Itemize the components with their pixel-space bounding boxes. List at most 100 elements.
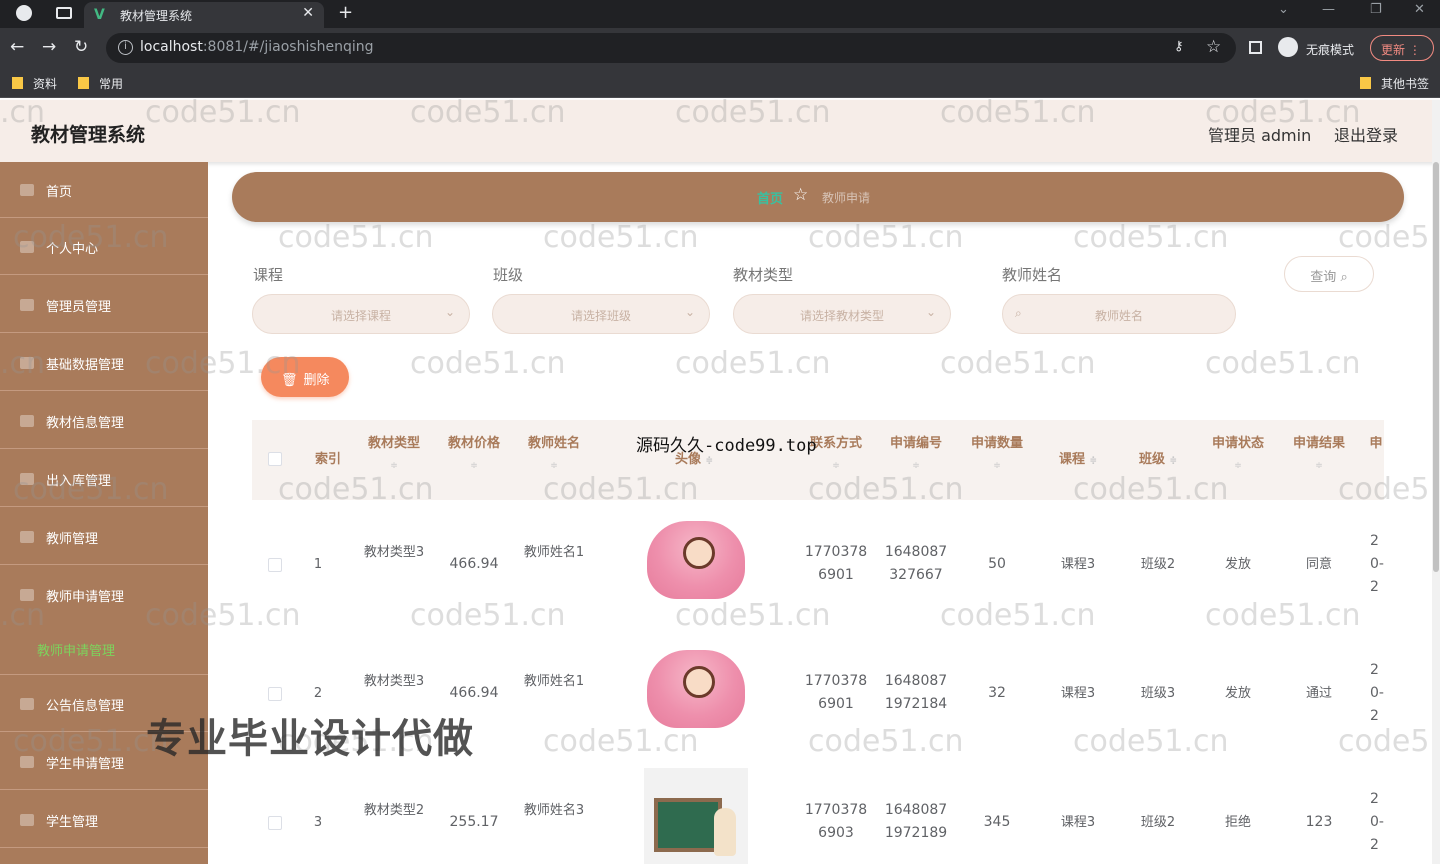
breadcrumb: 首页 ☆ 教师申请 — [232, 172, 1404, 222]
column-header-price[interactable]: 教材价格 ≑ — [442, 436, 506, 474]
sort-icon[interactable]: ≑ — [1170, 456, 1178, 466]
sidebar-item-label: 首页 — [46, 185, 73, 200]
select-all-checkbox[interactable] — [268, 452, 282, 466]
submenu-item-teacher-applications[interactable]: 教师申请管理 — [37, 640, 115, 659]
course-filter-label: 课程 — [253, 266, 284, 284]
cell-status: 拒绝 — [1224, 815, 1251, 830]
chevron-down-icon: ⌄ — [684, 305, 695, 319]
sort-icon[interactable]: ≑ — [965, 458, 1029, 474]
side-panel-icon[interactable] — [1249, 41, 1262, 54]
browser-menu-icon[interactable] — [16, 5, 32, 21]
sort-icon[interactable]: ≑ — [884, 458, 948, 474]
sidebar-item-inventory[interactable]: 出入库管理 — [0, 451, 208, 507]
sort-icon[interactable]: ≑ — [1287, 458, 1351, 474]
inventory-icon — [20, 473, 34, 485]
bookmark-folder-changyong[interactable]: 常用 — [78, 75, 123, 92]
tab-list-icon[interactable]: ⌄ — [1278, 2, 1289, 17]
class-select[interactable]: 请选择班级 ⌄ — [492, 294, 710, 334]
breadcrumb-home[interactable]: 首页 — [757, 188, 783, 207]
column-header-qty[interactable]: 申请数量 ≑ — [965, 436, 1029, 474]
course-select[interactable]: 请选择课程 ⌄ — [252, 294, 470, 334]
cell-result: 同意 — [1305, 557, 1332, 572]
cell-index: 1 — [313, 557, 323, 572]
sort-icon[interactable]: ≑ — [522, 458, 586, 474]
row-checkbox[interactable] — [268, 558, 282, 572]
column-header-appno[interactable]: 申请编号 ≑ — [884, 436, 948, 474]
close-window-icon[interactable]: ✕ — [1414, 2, 1425, 17]
restore-icon[interactable]: ❐ — [1370, 2, 1382, 17]
query-button[interactable]: 查询 ⌕ — [1284, 256, 1374, 292]
cell-index: 3 — [313, 815, 323, 830]
admin-icon — [20, 299, 34, 311]
forward-icon[interactable]: → — [42, 37, 56, 57]
column-header-course[interactable]: 课程 ≑ — [1046, 452, 1110, 469]
tab-search-icon[interactable] — [56, 7, 72, 19]
cell-teacher: 教师姓名1 — [523, 674, 585, 689]
column-header-class[interactable]: 班级 ≑ — [1126, 452, 1190, 469]
bookmarks-bar: 资料 常用 其他书签 — [0, 68, 1440, 98]
column-header-teacher[interactable]: 教师姓名 ≑ — [522, 436, 586, 474]
column-header-truncated[interactable]: 申 — [1368, 436, 1384, 452]
row-checkbox[interactable] — [268, 816, 282, 830]
column-header-type[interactable]: 教材类型 ≑ — [362, 436, 426, 474]
teacher-avatar-image — [647, 650, 745, 728]
cell-class: 班级2 — [1140, 557, 1176, 572]
sort-icon[interactable]: ≑ — [1206, 458, 1270, 474]
reload-icon[interactable]: ↻ — [74, 37, 88, 57]
application-icon — [20, 589, 34, 601]
watermark: code51.cn — [940, 346, 1096, 381]
update-button[interactable]: 更新 ⋮ — [1370, 35, 1434, 61]
sidebar-item-home[interactable]: 首页 — [0, 162, 208, 218]
incognito-icon — [1278, 37, 1298, 57]
bookmark-star-icon[interactable]: ☆ — [1206, 37, 1221, 57]
column-header-status[interactable]: 申请状态 ≑ — [1206, 436, 1270, 474]
browser-tab[interactable]: V 教材管理系统 ✕ — [84, 2, 324, 28]
minimize-icon[interactable]: — — [1322, 2, 1335, 17]
sidebar-item-students[interactable]: 学生管理 — [0, 792, 208, 848]
teacher-name-input[interactable]: ⌕ 教师姓名 — [1002, 294, 1236, 334]
bookmark-folder-other[interactable]: 其他书签 — [1360, 75, 1429, 92]
sidebar-item-profile[interactable]: 个人中心 — [0, 219, 208, 275]
watermark: code51.cn — [808, 220, 964, 255]
watermark: code51.cn — [1073, 724, 1229, 759]
cell-status: 发放 — [1224, 557, 1251, 572]
sort-icon[interactable]: ≑ — [706, 456, 714, 466]
back-icon[interactable]: ← — [10, 37, 24, 57]
column-header-result[interactable]: 申请结果 ≑ — [1287, 436, 1351, 474]
sidebar-item-base-data[interactable]: 基础数据管理 — [0, 335, 208, 391]
type-select[interactable]: 请选择教材类型 ⌄ — [733, 294, 951, 334]
cell-class: 班级3 — [1140, 686, 1176, 701]
tab-close-icon[interactable]: ✕ — [302, 5, 314, 21]
data-icon — [20, 357, 34, 369]
incognito-label: 无痕模式 — [1306, 43, 1355, 57]
column-header-index[interactable]: 索引 — [300, 452, 356, 468]
logout-link[interactable]: 退出登录 — [1334, 122, 1398, 146]
teacher-name-placeholder: 教师姓名 — [1094, 309, 1143, 323]
watermark-promo: 专业毕业设计代做 — [146, 716, 474, 762]
student-icon — [20, 814, 34, 826]
delete-button[interactable]: 🗑 删除 — [261, 357, 349, 397]
cell-teacher: 教师姓名1 — [523, 545, 585, 560]
url-text: localhost:8081/#/jiaoshishenqing — [140, 39, 374, 55]
url-omnibox[interactable]: i localhost:8081/#/jiaoshishenqing ⚷ ☆ — [106, 33, 1236, 63]
sort-icon[interactable]: ≑ — [442, 458, 506, 474]
bookmark-folder-ziliao[interactable]: 资料 — [12, 75, 57, 92]
sort-icon[interactable]: ≑ — [362, 458, 426, 474]
sort-icon[interactable]: ≑ — [1090, 456, 1098, 466]
page-scrollbar-thumb[interactable] — [1433, 162, 1439, 572]
sidebar-item-teachers[interactable]: 教师管理 — [0, 509, 208, 565]
cell-contact: 17703786903 — [804, 802, 868, 841]
row-checkbox[interactable] — [268, 687, 282, 701]
new-tab-icon[interactable]: + — [338, 2, 353, 23]
sort-icon[interactable]: ≑ — [804, 458, 868, 474]
cell-result: 通过 — [1305, 686, 1332, 701]
sidebar-item-admins[interactable]: 管理员管理 — [0, 277, 208, 333]
cell-appno: 16480871972184 — [884, 673, 948, 712]
watermark: code51.cn — [940, 598, 1096, 633]
site-info-icon[interactable]: i — [118, 40, 133, 55]
book-icon — [20, 415, 34, 427]
sidebar-item-textbooks[interactable]: 教材信息管理 — [0, 393, 208, 449]
type-select-placeholder: 请选择教材类型 — [799, 309, 884, 323]
password-key-icon[interactable]: ⚷ — [1174, 39, 1184, 54]
trash-icon: 🗑 — [281, 373, 298, 388]
